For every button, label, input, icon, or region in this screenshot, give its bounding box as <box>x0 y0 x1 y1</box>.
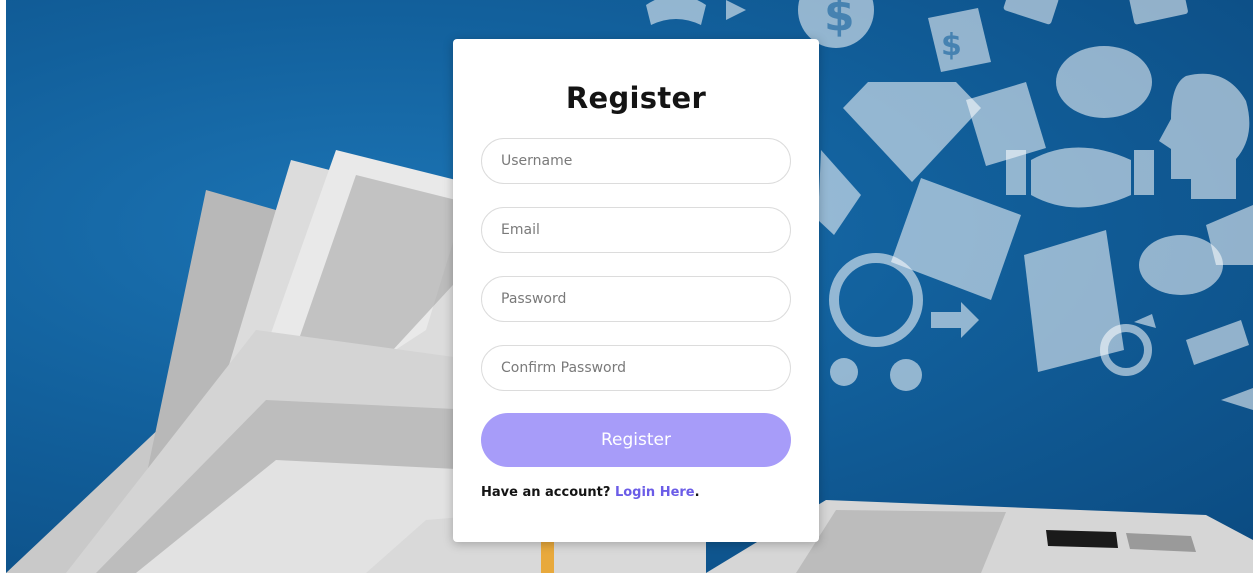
login-prompt: Have an account? Login Here. <box>481 485 700 500</box>
username-input[interactable] <box>481 138 791 184</box>
handshake-icon <box>1006 147 1154 208</box>
login-link[interactable]: Login Here <box>615 485 695 500</box>
login-prompt-text: Have an account? <box>481 485 611 500</box>
lightbulb-icon <box>830 358 922 391</box>
money-bag-icon: $ <box>928 8 991 72</box>
register-card: Register Register Have an account? Login… <box>453 39 819 542</box>
svg-text:$: $ <box>941 28 962 63</box>
head-gears-icon <box>1159 73 1250 199</box>
background-scene: $ $ Register Username Email Register Hav… <box>6 0 1253 573</box>
register-button[interactable]: Register <box>481 413 791 467</box>
diamond-icon <box>843 82 981 182</box>
clock-icon <box>829 253 923 347</box>
email-input[interactable] <box>481 207 791 253</box>
piggy-bank-icon <box>1139 235 1223 295</box>
password-input[interactable] <box>481 276 791 322</box>
svg-text:$: $ <box>824 0 855 41</box>
page-title: Register <box>565 81 707 115</box>
pie-chart-icon <box>1056 46 1152 118</box>
login-prompt-period: . <box>694 485 700 500</box>
confirm-password-input[interactable] <box>481 345 791 391</box>
banknote-icon <box>1024 230 1124 372</box>
arrows-icon <box>931 302 979 338</box>
